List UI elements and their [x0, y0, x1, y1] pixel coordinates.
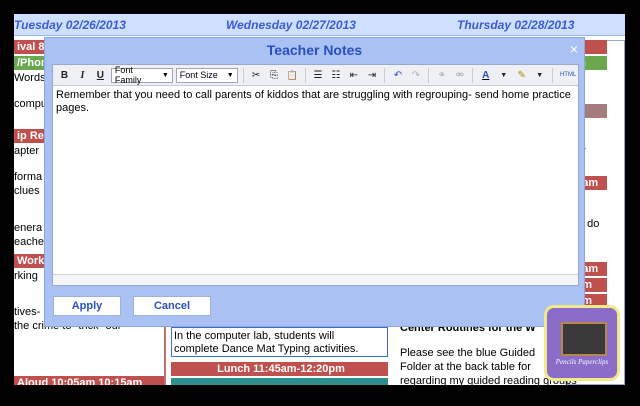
chevron-down-icon: ▼ [226, 71, 234, 79]
chevron-down-icon[interactable]: ▼ [532, 68, 547, 83]
computer-lab-box: In the computer lab, students will compl… [171, 327, 388, 357]
number-list-icon[interactable]: ☷ [329, 68, 344, 83]
left-bar-2[interactable]: /Phoni [14, 56, 44, 70]
day-tuesday[interactable]: Tuesday 02/26/2013 [14, 18, 126, 32]
teacher-notes-dialog: Teacher Notes × B I U Font Family ▼ Font … [44, 37, 585, 327]
computer-lab-line-1: In the computer lab, students will [174, 330, 335, 342]
left-bar-4[interactable]: Worksh [14, 254, 44, 268]
computer-lab-line-2: complete Dance Mat Typing activities. [174, 343, 359, 355]
html-source-button[interactable]: HTML [558, 68, 578, 83]
cut-icon[interactable]: ✂ [249, 68, 264, 83]
font-size-select[interactable]: Font Size ▼ [175, 67, 238, 83]
left-text-2: compu [14, 98, 48, 110]
unlink-icon[interactable]: ⚮ [452, 68, 467, 83]
day-thursday[interactable]: Thursday 02/28/2013 [457, 18, 574, 32]
notes-content[interactable]: Remember that you need to call parents o… [56, 89, 575, 115]
chevron-down-icon[interactable]: ▼ [496, 68, 511, 83]
apply-button[interactable]: Apply [53, 296, 121, 316]
close-icon[interactable]: × [570, 41, 578, 57]
outdent-icon[interactable]: ⇤ [346, 68, 361, 83]
toolbar-divider [428, 67, 430, 83]
left-text-8: rking [14, 270, 38, 282]
day-header: Tuesday 02/26/2013 Wednesday 02/27/2013 … [14, 14, 625, 36]
left-bar-3[interactable]: ip Re [14, 129, 44, 143]
left-text-3: apter [14, 145, 40, 157]
rich-text-editor: B I U Font Family ▼ Font Size ▼ ✂ ⎘ 📋 ☰ ☷ … [52, 64, 579, 286]
underline-button[interactable]: U [93, 68, 108, 83]
font-family-select[interactable]: Font Family ▼ [110, 65, 173, 85]
cancel-button[interactable]: Cancel [133, 296, 211, 316]
day-wednesday[interactable]: Wednesday 02/27/2013 [226, 18, 356, 32]
bullet-list-icon[interactable]: ☰ [311, 68, 326, 83]
toolbar-divider [552, 67, 554, 83]
highlight-icon[interactable]: ✎ [514, 68, 529, 83]
pencils-paperclips-logo: Pencils Paperclips [544, 305, 620, 381]
text-color-icon[interactable]: A [478, 68, 493, 83]
lunch-bar[interactable]: Lunch 11:45am-12:20pm [171, 362, 388, 376]
logo-text: Pencils Paperclips [555, 358, 609, 366]
italic-button[interactable]: I [75, 68, 90, 83]
toolbar-divider [304, 67, 306, 83]
bold-button[interactable]: B [57, 68, 72, 83]
toolbar-divider [384, 67, 386, 83]
undo-icon[interactable]: ↶ [390, 68, 405, 83]
center-routines-line-2: Folder at the back table for [400, 361, 531, 373]
left-text-9: tives- [14, 306, 41, 318]
copy-icon[interactable]: ⎘ [267, 68, 282, 83]
middle-next-bar[interactable] [171, 378, 388, 385]
planner-page: Tuesday 02/26/2013 Wednesday 02/27/2013 … [14, 14, 625, 385]
chalkboard-icon [561, 322, 607, 356]
link-icon[interactable]: ⚭ [434, 68, 449, 83]
toolbar-divider [242, 67, 244, 83]
chevron-down-icon: ▼ [161, 71, 169, 79]
left-text-7: eache [14, 236, 44, 248]
toolbar-divider [472, 67, 474, 83]
left-bar-5[interactable]: Aloud 10:05am 10:15am [14, 376, 164, 385]
editor-toolbar: B I U Font Family ▼ Font Size ▼ ✂ ⎘ 📋 ☰ ☷ … [53, 65, 578, 86]
left-bar-1[interactable]: ival 8: [14, 40, 44, 54]
center-routines-line-1: Please see the blue Guided [400, 347, 536, 359]
editor-statusbar [53, 274, 578, 285]
left-text-5: clues [14, 185, 40, 197]
paste-icon[interactable]: 📋 [285, 68, 300, 83]
redo-icon[interactable]: ↷ [408, 68, 423, 83]
indent-icon[interactable]: ⇥ [364, 68, 379, 83]
dialog-title: Teacher Notes [266, 42, 363, 58]
left-text-4: forma [14, 171, 43, 183]
left-text-6: enera [14, 222, 43, 234]
